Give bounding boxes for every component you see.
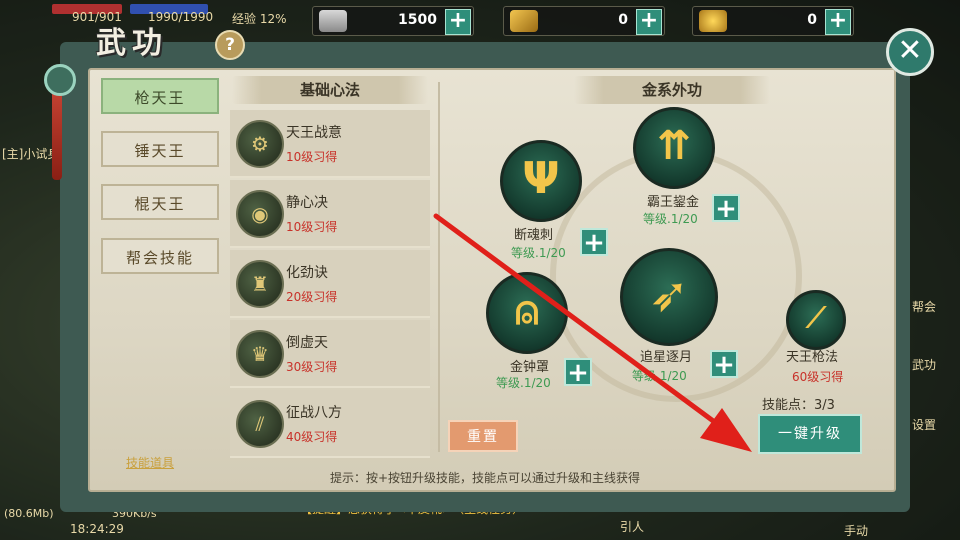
gold-ingot-resource: 0 + <box>692 6 854 36</box>
tab-guild-skills[interactable]: 帮会技能 <box>101 238 219 274</box>
skill-name: 天王战意 <box>286 125 342 141</box>
skill-name: 静心决 <box>286 195 328 211</box>
spear-icon[interactable]: ⟋ <box>786 290 846 350</box>
spears-icon: ⫽ <box>236 400 284 448</box>
side-label-manual[interactable]: 手动 <box>844 522 868 539</box>
skill-requirement: 20级习得 <box>286 290 338 304</box>
skill-name: 倒虚天 <box>286 335 328 351</box>
skill-name: 霸王鋆金 <box>647 195 700 210</box>
gold-ingot-icon <box>699 10 727 32</box>
gold-bar-value: 0 <box>618 12 628 28</box>
upgrade-bawang-button[interactable]: + <box>712 194 740 222</box>
tab-hammer-king[interactable]: 锤天王 <box>101 131 219 167</box>
gold-section-header: 金系外功 <box>574 76 770 104</box>
basic-section-header: 基础心法 <box>232 76 428 104</box>
skill-requirement: 10级习得 <box>286 220 338 234</box>
basic-skill-row[interactable]: ♛ 倒虚天 30级习得 <box>230 320 430 388</box>
side-label-skills[interactable]: 武功 <box>912 356 936 373</box>
close-button[interactable]: ✕ <box>886 28 934 76</box>
jade-ornament-icon <box>44 64 76 96</box>
basic-skill-row[interactable]: ♜ 化劲诀 20级习得 <box>230 250 430 318</box>
skill-level: 等级.1/20 <box>632 369 687 383</box>
arrows-up-icon[interactable]: ⇈ <box>633 107 715 189</box>
silver-resource: 1500 + <box>312 6 474 36</box>
skill-requirement: 10级习得 <box>286 150 338 164</box>
skill-name: 天王枪法 <box>786 350 839 365</box>
skill-name: 金钟罩 <box>510 360 550 375</box>
side-label-quest[interactable]: [主]小试身 <box>2 145 59 162</box>
clock-text: 18:24:29 <box>70 522 124 536</box>
gears-icon: ⚙ <box>236 120 284 168</box>
skill-name: 化劲诀 <box>286 265 328 281</box>
gold-bar-icon <box>510 10 538 32</box>
skill-name: 征战八方 <box>286 405 342 421</box>
upgrade-zhuixing-button[interactable]: + <box>710 350 738 378</box>
bell-icon[interactable]: ⍝ <box>486 272 568 354</box>
gold-ingot-value: 0 <box>807 12 817 28</box>
section-divider <box>438 82 440 452</box>
skill-level: 等级.1/20 <box>511 246 566 260</box>
skill-requirement: 40级习得 <box>286 430 338 444</box>
side-label-settings[interactable]: 设置 <box>912 416 936 433</box>
hint-text: 提示：按+按钮升级技能，技能点可以通过升级和主线获得 <box>330 471 641 485</box>
add-gold-ingot-button[interactable]: + <box>825 9 851 35</box>
skill-name: 断魂刺 <box>514 228 554 243</box>
one-click-upgrade-button[interactable]: 一键升级 <box>758 414 862 454</box>
basic-skill-row[interactable]: ⫽ 征战八方 40级习得 <box>230 390 430 458</box>
silver-ingot-icon <box>319 10 347 32</box>
help-button[interactable]: ? <box>215 30 245 60</box>
memory-text: (80.6Mb) <box>4 507 54 520</box>
silver-value: 1500 <box>398 12 437 28</box>
warrior-icon: ♜ <box>236 260 284 308</box>
basic-skill-row[interactable]: ◉ 静心决 10级习得 <box>230 180 430 248</box>
skill-level: 等级.1/20 <box>643 212 698 226</box>
tab-spear-king[interactable]: 枪天王 <box>101 78 219 114</box>
upgrade-duanhunci-button[interactable]: + <box>580 228 608 256</box>
skill-points: 技能点：3/3 <box>762 398 835 413</box>
side-label-recruit[interactable]: 引人 <box>620 518 644 535</box>
skill-requirement: 30级习得 <box>286 360 338 374</box>
gold-bar-resource: 0 + <box>503 6 665 36</box>
trident-icon[interactable]: Ψ <box>500 140 582 222</box>
skill-items-link[interactable]: 技能道具 <box>126 454 174 471</box>
reset-button[interactable]: 重置 <box>448 420 518 452</box>
armor-icon: ♛ <box>236 330 284 378</box>
exp-text: 经验 12% <box>232 12 287 26</box>
window-title: 武功 <box>96 26 168 61</box>
basic-skill-row[interactable]: ⚙ 天王战意 10级习得 <box>230 110 430 178</box>
spear-rush-icon[interactable]: ➶ <box>620 248 718 346</box>
add-silver-button[interactable]: + <box>445 9 471 35</box>
add-gold-bar-button[interactable]: + <box>636 9 662 35</box>
upgrade-jinzhongzhao-button[interactable]: + <box>564 358 592 386</box>
tab-staff-king[interactable]: 棍天王 <box>101 184 219 220</box>
side-label-guild[interactable]: 帮会 <box>912 298 936 315</box>
skill-requirement: 60级习得 <box>792 370 844 384</box>
skill-level: 等级.1/20 <box>496 376 551 390</box>
skill-name: 追星逐月 <box>640 350 693 365</box>
eye-icon: ◉ <box>236 190 284 238</box>
